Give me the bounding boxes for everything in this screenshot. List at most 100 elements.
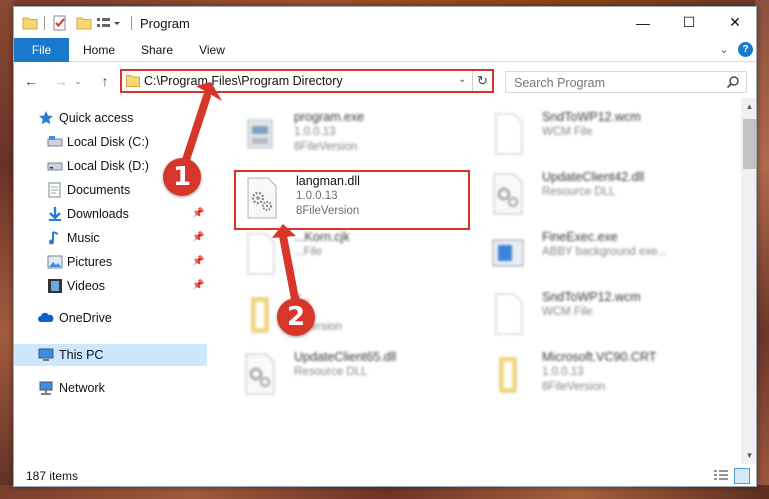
sidebar-item-music[interactable]: Music 📌 <box>14 227 207 249</box>
tab-view[interactable]: View <box>192 38 232 62</box>
sidebar-item-label: Pictures <box>67 255 113 269</box>
customize-toolbar-icon[interactable] <box>96 14 122 32</box>
star-icon <box>38 110 54 126</box>
window-app-icon <box>490 232 526 276</box>
scroll-up-icon[interactable]: ▲ <box>741 98 756 115</box>
sidebar-item-label: Downloads <box>67 207 129 221</box>
details-view-icon[interactable] <box>714 470 728 482</box>
sidebar-item-downloads[interactable]: Downloads 📌 <box>14 203 207 225</box>
scroll-down-icon[interactable]: ▼ <box>741 447 756 464</box>
back-arrow-icon[interactable]: ← <box>22 72 40 90</box>
file-item[interactable]: v... ...Version <box>234 288 474 342</box>
folder-file-icon <box>242 292 278 336</box>
file-name: program.exe <box>294 110 365 124</box>
folder-file-icon <box>490 352 526 396</box>
blank-file-icon <box>242 232 278 276</box>
search-input[interactable]: Search Program <box>505 71 747 93</box>
music-icon <box>47 230 63 246</box>
pin-icon[interactable]: 📌 <box>192 280 204 291</box>
tab-home[interactable]: Home <box>76 38 122 62</box>
forward-arrow-icon[interactable]: → <box>52 72 70 90</box>
file-name: UpdateClient42.dll <box>542 170 645 184</box>
cloud-icon <box>38 310 54 326</box>
sidebar-item-quick-access[interactable]: Quick access <box>14 107 207 129</box>
file-item-langman[interactable]: langman.dll 1.0.0.13 8FileVersion <box>236 172 476 226</box>
drive-icon <box>47 134 63 150</box>
file-item[interactable]: Microsoft.VC90.CRT 1.0.0.13 8FileVersion <box>482 348 722 402</box>
search-placeholder: Search Program <box>514 76 606 90</box>
address-path: C:\Program Files\Program Directory <box>144 74 343 88</box>
file-item[interactable]: ...Korn.cjk ...File <box>234 228 474 282</box>
sidebar-item-network[interactable]: Network <box>14 377 207 399</box>
background-bottom <box>0 485 769 499</box>
downloads-icon <box>47 206 63 222</box>
navigation-bar: ← → ⌄ ↑ C:\Program Files\Program Directo… <box>14 62 756 98</box>
file-detail: 1.0.0.13 <box>296 190 338 202</box>
blank-file-icon <box>490 292 526 336</box>
search-icon[interactable] <box>726 75 740 89</box>
title-bar: Program — ☐ ✕ <box>14 7 756 38</box>
file-detail: 8FileVersion <box>294 141 358 153</box>
properties-icon[interactable] <box>52 14 68 32</box>
exe-icon <box>242 112 278 156</box>
toolbar-separator <box>44 16 45 30</box>
chevron-down-icon[interactable]: ⌄ <box>717 43 731 57</box>
maximize-button[interactable]: ☐ <box>666 7 712 38</box>
file-detail: ABBY background exe... <box>542 246 668 258</box>
dll-gear-icon <box>244 176 280 220</box>
sidebar-item-this-pc[interactable]: This PC <box>14 344 207 366</box>
file-name: UpdateClient65.dll <box>294 350 397 364</box>
sidebar-item-label: Local Disk (D:) <box>67 159 149 173</box>
status-bar: 187 items <box>14 464 756 486</box>
computer-icon <box>38 347 54 363</box>
pictures-icon <box>47 254 63 270</box>
sidebar-item-onedrive[interactable]: OneDrive <box>14 307 207 329</box>
sidebar-item-videos[interactable]: Videos 📌 <box>14 275 207 297</box>
sidebar-item-local-disk-c[interactable]: Local Disk (C:) <box>14 131 207 153</box>
new-folder-icon[interactable] <box>76 14 92 32</box>
file-detail: 8FileVersion <box>542 381 606 393</box>
minimize-button[interactable]: — <box>620 7 666 38</box>
sidebar-item-label: Music <box>67 231 100 245</box>
documents-icon <box>47 182 63 198</box>
file-detail: 8FileVersion <box>296 205 360 217</box>
tiles-view-icon[interactable] <box>734 468 750 484</box>
pin-icon[interactable]: 📌 <box>192 232 204 243</box>
pin-icon[interactable]: 📌 <box>192 208 204 219</box>
tab-share[interactable]: Share <box>134 38 180 62</box>
refresh-icon[interactable]: ↻ <box>472 71 492 91</box>
file-name: SndToWP12.wcm <box>542 290 641 304</box>
up-arrow-icon[interactable]: ↑ <box>96 72 114 90</box>
file-item[interactable]: program.exe 1.0.0.13 8FileVersion <box>234 108 474 162</box>
close-button[interactable]: ✕ <box>712 7 756 38</box>
file-item[interactable]: FineExec.exe ABBY background exe... <box>482 228 722 282</box>
sidebar-item-label: Videos <box>67 279 105 293</box>
file-name: FineExec.exe <box>542 230 618 244</box>
background-left <box>0 0 14 499</box>
file-item[interactable]: UpdateClient65.dll Resource DLL <box>234 348 474 402</box>
chevron-down-icon[interactable]: ⌄ <box>458 74 466 85</box>
file-list: program.exe 1.0.0.13 8FileVersion SndToW… <box>220 98 736 464</box>
vertical-scrollbar[interactable]: ▲ ▼ <box>741 98 756 464</box>
file-detail: Resource DLL <box>542 186 616 198</box>
sidebar-item-label: Quick access <box>59 111 134 125</box>
window-title: Program <box>140 16 190 31</box>
background-right <box>755 0 769 499</box>
file-item[interactable]: UpdateClient42.dll Resource DLL <box>482 168 722 222</box>
pin-icon[interactable]: 📌 <box>192 256 204 267</box>
address-bar[interactable]: C:\Program Files\Program Directory ⌄ ↻ <box>120 69 494 93</box>
file-name: SndToWP12.wcm <box>542 110 641 124</box>
tab-file[interactable]: File <box>14 38 69 62</box>
file-item[interactable]: SndToWP12.wcm WCM File <box>482 288 722 342</box>
help-icon[interactable]: ? <box>738 42 753 57</box>
file-name: langman.dll <box>296 174 360 188</box>
file-item[interactable]: SndToWP12.wcm WCM File <box>482 108 722 162</box>
scroll-thumb[interactable] <box>743 119 756 169</box>
folder-icon <box>126 74 140 88</box>
file-detail: 1.0.0.13 <box>542 366 584 378</box>
recent-locations-icon[interactable]: ⌄ <box>72 72 84 90</box>
sidebar-item-pictures[interactable]: Pictures 📌 <box>14 251 207 273</box>
folder-icon[interactable] <box>22 14 38 32</box>
navigation-pane: Quick access Local Disk (C:) Local Disk … <box>14 98 207 464</box>
videos-icon <box>47 278 63 294</box>
